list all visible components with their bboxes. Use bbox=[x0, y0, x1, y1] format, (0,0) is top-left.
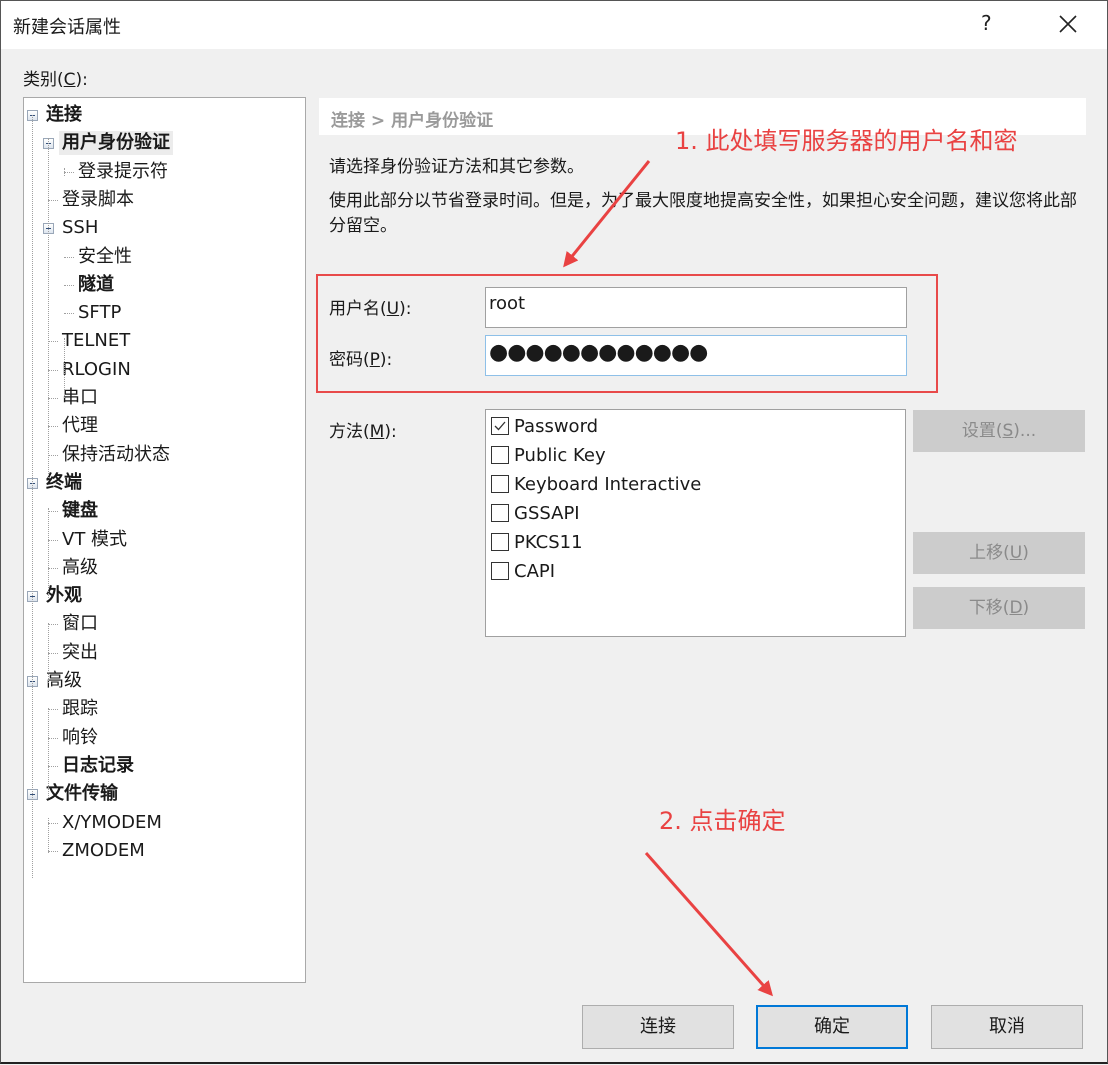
auth-method-label: PKCS11 bbox=[514, 532, 583, 553]
tree-item[interactable]: 响铃 bbox=[62, 726, 98, 750]
tree-connector bbox=[48, 138, 49, 478]
tree-connector bbox=[48, 511, 58, 513]
tree-connector bbox=[48, 652, 58, 654]
tree-connector bbox=[48, 199, 58, 201]
tree-item[interactable]: 高级 bbox=[46, 669, 82, 693]
tree-item[interactable]: 用户身份验证 bbox=[59, 131, 173, 156]
annotation-step2: 2. 点击确定 bbox=[659, 807, 786, 835]
cancel-button[interactable]: 取消 bbox=[931, 1005, 1083, 1049]
password-label: 密码(P): bbox=[329, 350, 393, 370]
close-icon[interactable] bbox=[1051, 7, 1085, 41]
tree-connector bbox=[64, 256, 74, 258]
auth-method-item[interactable]: PKCS11 bbox=[491, 529, 583, 557]
tree-item[interactable]: SSH bbox=[62, 216, 98, 240]
tree-item[interactable]: 代理 bbox=[62, 414, 98, 438]
tree-item[interactable]: 登录脚本 bbox=[62, 188, 134, 212]
auth-method-item[interactable]: GSSAPI bbox=[491, 500, 580, 528]
annotation-arrow-2 bbox=[644, 852, 773, 997]
tree-connector bbox=[48, 341, 58, 343]
tree-item[interactable]: VT 模式 bbox=[62, 528, 127, 552]
connect-button[interactable]: 连接 bbox=[582, 1005, 734, 1049]
method-label: 方法(M): bbox=[329, 422, 397, 442]
auth-method-label: Password bbox=[514, 416, 599, 437]
auth-method-item[interactable]: CAPI bbox=[491, 558, 555, 586]
tree-connector bbox=[64, 171, 74, 173]
breadcrumb: 连接 > 用户身份验证 bbox=[331, 111, 494, 131]
tree-connector bbox=[64, 284, 74, 286]
ok-button[interactable]: 确定 bbox=[756, 1005, 908, 1049]
tree-item[interactable]: 隧道 bbox=[78, 273, 114, 297]
password-input[interactable]: ●●●●●●●●●●●● bbox=[485, 335, 907, 376]
tree-item[interactable]: TELNET bbox=[62, 329, 130, 353]
auth-method-label: GSSAPI bbox=[514, 503, 580, 524]
tree-connector bbox=[32, 115, 33, 878]
checkbox-icon[interactable] bbox=[491, 504, 509, 522]
category-label: 类别(C): bbox=[23, 70, 88, 90]
tree-item[interactable]: 登录提示符 bbox=[78, 160, 168, 184]
tree-item[interactable]: 串口 bbox=[62, 386, 98, 410]
tree-connector bbox=[48, 737, 58, 739]
move-down-button[interactable]: 下移(D) bbox=[913, 587, 1085, 629]
tree-item[interactable]: 高级 bbox=[62, 556, 98, 580]
tree-item[interactable]: 连接 bbox=[46, 103, 82, 127]
tree-item[interactable]: 键盘 bbox=[62, 499, 98, 523]
tree-connector bbox=[48, 623, 49, 683]
description-text: 请选择身份验证方法和其它参数。 bbox=[329, 157, 584, 177]
auth-method-item[interactable]: Public Key bbox=[491, 442, 606, 470]
tree-item[interactable]: 日志记录 bbox=[62, 754, 134, 778]
category-tree[interactable]: 连接用户身份验证登录提示符登录脚本 SSH 安全性隧道 SFTP TELNET RLOGI… bbox=[23, 97, 306, 983]
help-button[interactable]: ? bbox=[981, 11, 992, 35]
tree-item[interactable]: 终端 bbox=[46, 471, 82, 495]
tree-item[interactable]: 外观 bbox=[46, 584, 82, 608]
checkbox-icon[interactable] bbox=[491, 475, 509, 493]
tree-item[interactable]: RLOGIN bbox=[62, 358, 131, 382]
tree-item[interactable]: SFTP bbox=[78, 301, 121, 325]
settings-button[interactable]: 设置(S)... bbox=[913, 410, 1085, 452]
auth-method-label: Public Key bbox=[514, 445, 606, 466]
tree-connector bbox=[48, 398, 58, 399]
checkbox-icon[interactable] bbox=[491, 562, 509, 580]
username-input[interactable]: root bbox=[485, 287, 907, 328]
tree-item[interactable]: 跟踪 bbox=[62, 697, 98, 721]
tree-connector bbox=[48, 818, 49, 853]
tree-connector bbox=[48, 822, 58, 824]
username-label: 用户名(U): bbox=[329, 299, 412, 319]
tree-connector bbox=[48, 426, 58, 428]
tree-connector bbox=[48, 567, 58, 569]
annotation-step1: 1. 此处填写服务器的用户名和密 bbox=[675, 127, 1018, 155]
tree-connector bbox=[48, 765, 58, 767]
auth-method-label: Keyboard Interactive bbox=[514, 474, 702, 495]
checkbox-checked-icon[interactable] bbox=[491, 417, 509, 435]
security-note-text: 使用此部分以节省登录时间。但是，为了最大限度地提高安全性，如果担心安全问题，建议… bbox=[329, 191, 1077, 236]
auth-method-label: CAPI bbox=[514, 561, 556, 582]
tree-connector bbox=[48, 709, 58, 711]
tree-item[interactable]: 窗口 bbox=[62, 612, 98, 636]
auth-methods-list[interactable]: Password Public Key Keyboard Interactive GS… bbox=[485, 409, 906, 637]
tree-connector bbox=[48, 624, 58, 626]
title-bar: 新建会话属性 ? bbox=[1, 1, 1107, 49]
tree-item[interactable]: ZMODEM bbox=[62, 839, 145, 863]
tree-connector bbox=[48, 539, 58, 541]
tree-connector bbox=[48, 708, 49, 798]
tree-connector bbox=[48, 369, 58, 371]
checkbox-icon[interactable] bbox=[491, 446, 509, 464]
tree-connector bbox=[64, 168, 65, 176]
tree-item[interactable]: 文件传输 bbox=[46, 782, 118, 806]
tree-connector bbox=[48, 850, 58, 852]
tree-item[interactable]: 突出 bbox=[62, 641, 98, 665]
auth-method-item[interactable]: Password bbox=[491, 413, 598, 441]
checkbox-icon[interactable] bbox=[491, 533, 509, 551]
tree-connector bbox=[64, 338, 65, 398]
tree-connector bbox=[48, 454, 58, 456]
move-up-button[interactable]: 上移(U) bbox=[913, 532, 1085, 574]
dialog-window: 新建会话属性 ? 类别(C): 连接 用户身份验证 登录提示符 登录脚本 SSH 安全性隧… bbox=[0, 0, 1108, 1064]
window-title: 新建会话属性 bbox=[13, 17, 121, 38]
tree-connector bbox=[64, 313, 74, 315]
tree-item[interactable]: 安全性 bbox=[78, 245, 132, 269]
tree-item[interactable]: X/YMODEM bbox=[62, 811, 162, 835]
tree-connector bbox=[48, 508, 49, 598]
tree-item[interactable]: 保持活动状态 bbox=[62, 443, 170, 467]
auth-method-item[interactable]: Keyboard Interactive bbox=[491, 471, 701, 499]
